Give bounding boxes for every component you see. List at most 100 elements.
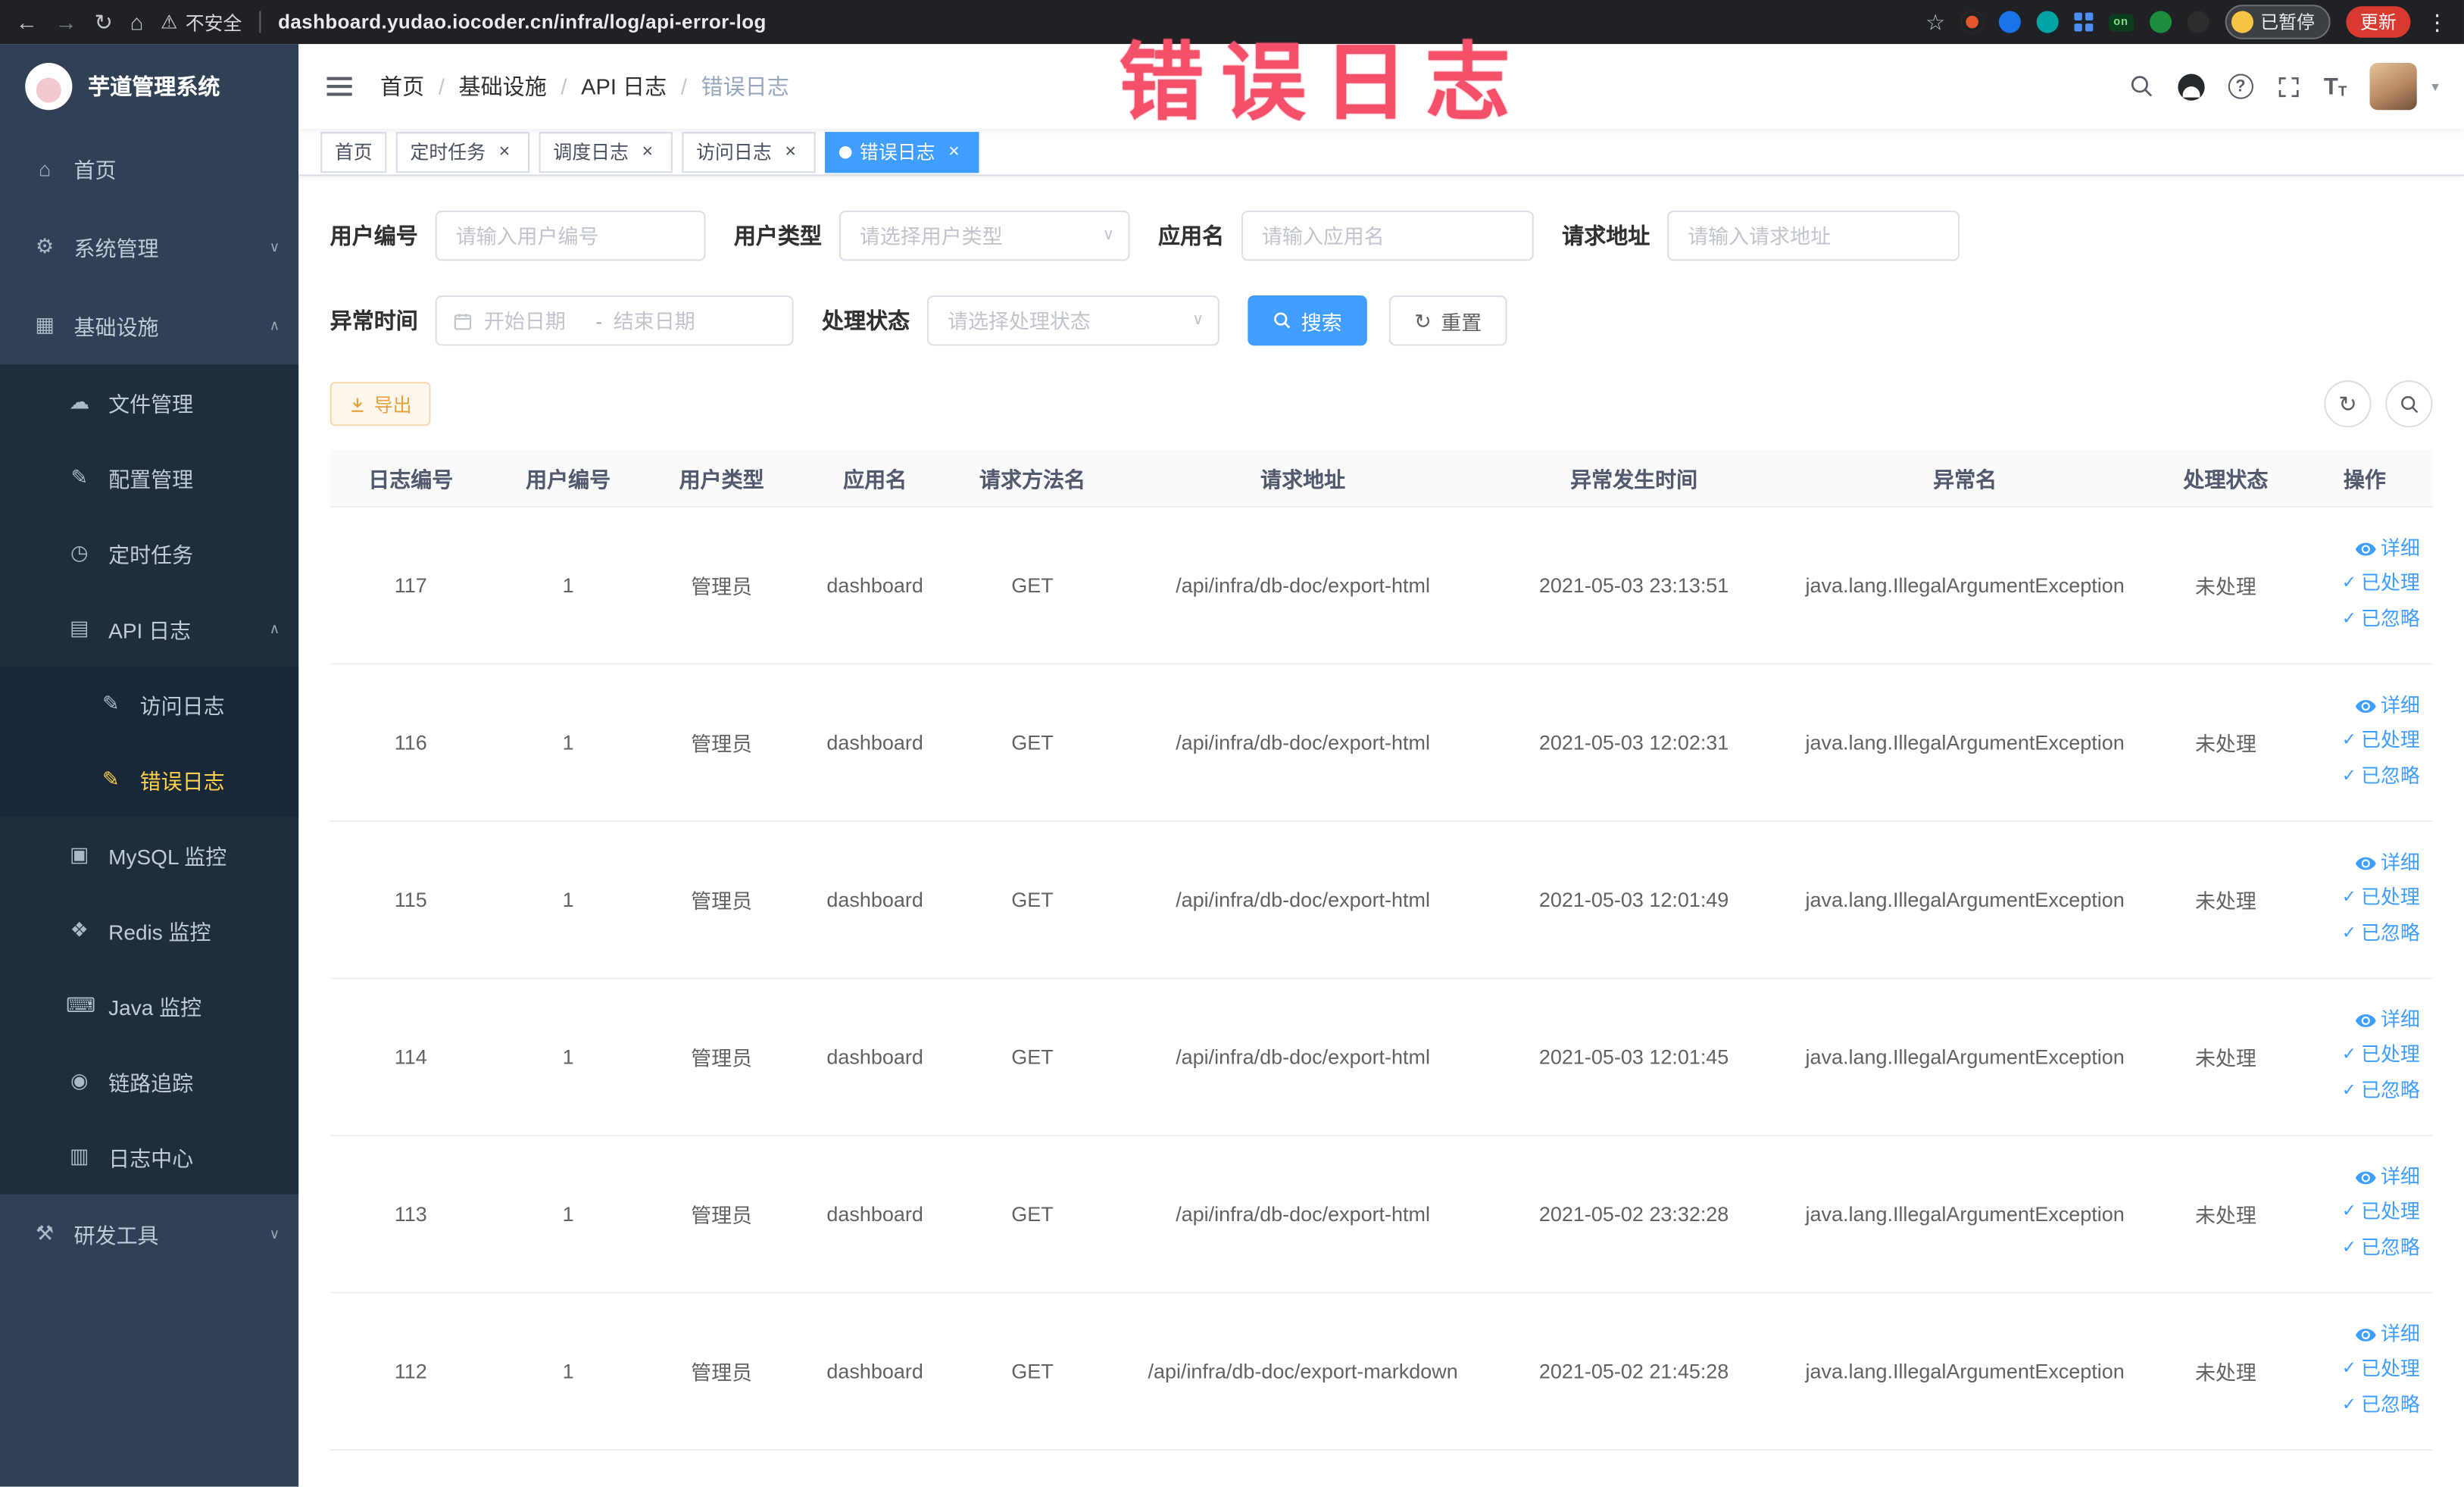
fullscreen-icon[interactable] [2277, 75, 2300, 98]
table-row: 115 1 管理员 dashboard GET/api/infra/db-doc/exp… [329, 820, 2433, 979]
paw-extension-icon[interactable] [2186, 11, 2209, 33]
sidebar-item-scheduled-tasks[interactable]: ◷ 定时任务 [0, 515, 298, 591]
paused-badge[interactable]: 已暂停 [2224, 5, 2331, 39]
sidebar-item-error-logs[interactable]: ✎ 错误日志 [0, 742, 299, 817]
sidebar-item-access-logs[interactable]: ✎ 访问日志 [0, 666, 299, 742]
cell-exception-name: java.lang.IllegalArgumentException [1775, 977, 2155, 1136]
action-label: 已忽略 [2361, 1079, 2420, 1101]
sidebar-item-trace[interactable]: ◉ 链路追踪 [0, 1044, 298, 1120]
tab-access-logs[interactable]: 访问日志 × [682, 131, 816, 173]
toggle-search-button[interactable] [2385, 380, 2433, 428]
cell-actions: 详细 ✓ 已处理 ✓ 已忽略 [2297, 663, 2433, 821]
browser-home-icon[interactable]: ⌂ [130, 9, 144, 34]
sidebar-item-api-logs[interactable]: ▤ API 日志 ∧ [0, 591, 298, 667]
action-detail-link[interactable]: 详细 [2355, 536, 2420, 563]
hamburger-icon[interactable] [323, 70, 354, 102]
breadcrumb-item[interactable]: 基础设施 [459, 70, 547, 102]
breadcrumb-item[interactable]: 首页 [380, 70, 424, 102]
close-tab-icon[interactable]: × [943, 140, 965, 163]
action-processed-link[interactable]: ✓ 已处理 [2342, 571, 2420, 598]
extension-icon[interactable] [1960, 11, 1984, 33]
security-chip[interactable]: ⚠ 不安全 [161, 8, 242, 35]
action-processed-link[interactable]: ✓ 已处理 [2342, 728, 2420, 755]
extension-on-badge[interactable]: on [2108, 13, 2134, 31]
sidebar-item-file-management[interactable]: ☁ 文件管理 [0, 364, 298, 440]
tab-schedule-logs[interactable]: 调度日志 × [539, 131, 673, 173]
action-detail-link[interactable]: 详细 [2355, 1164, 2420, 1192]
apps-grid-icon[interactable] [2074, 12, 2094, 32]
user-avatar[interactable] [2370, 62, 2418, 111]
sidebar-item-java-monitor[interactable]: ⌨ Java 监控 [0, 968, 298, 1044]
reset-button[interactable]: ↻ 重置 [1388, 295, 1507, 346]
browser-menu-icon[interactable]: ⋮ [2426, 8, 2448, 35]
extension-icon[interactable] [2149, 11, 2172, 33]
help-icon[interactable]: ? [2228, 73, 2253, 99]
close-tab-icon[interactable]: × [493, 140, 515, 163]
check-icon: ✓ [2341, 1045, 2356, 1065]
export-button[interactable]: 导出 [329, 382, 431, 426]
forward-icon[interactable]: → [55, 9, 77, 34]
breadcrumb-item[interactable]: API 日志 [581, 70, 667, 102]
cell-user-type: 管理员 [645, 1134, 798, 1293]
font-size-icon[interactable]: TT [2324, 75, 2347, 98]
action-processed-link[interactable]: ✓ 已处理 [2342, 1042, 2420, 1070]
sidebar-item-redis-monitor[interactable]: ❖ Redis 监控 [0, 892, 298, 968]
github-icon[interactable] [2177, 73, 2205, 100]
request-url-label: 请求地址 [1562, 223, 1650, 248]
action-processed-link[interactable]: ✓ 已处理 [2342, 1199, 2420, 1226]
app-logo[interactable]: 芋道管理系统 [0, 44, 298, 129]
action-detail-link[interactable]: 详细 [2355, 1007, 2420, 1034]
request-url-input[interactable] [1667, 210, 1960, 261]
start-date-input[interactable] [483, 308, 585, 333]
search-button[interactable]: 搜索 [1248, 295, 1367, 346]
extension-icon[interactable] [1998, 11, 2021, 33]
tab-label: 调度日志 [553, 141, 629, 164]
column-header: 应用名 [798, 449, 952, 508]
url-text[interactable]: dashboard.yudao.iocoder.cn/infra/log/api… [278, 11, 767, 33]
sidebar-item-mysql-monitor[interactable]: ▣ MySQL 监控 [0, 817, 298, 893]
cell-exception-time: 2021-05-02 23:32:28 [1492, 1134, 1775, 1293]
app-name-input[interactable] [1241, 210, 1534, 261]
update-button[interactable]: 更新 [2346, 6, 2411, 38]
action-label: 详细 [2380, 1008, 2420, 1031]
action-detail-link[interactable]: 详细 [2355, 850, 2420, 877]
user-id-input[interactable] [435, 210, 706, 261]
close-tab-icon[interactable]: × [636, 140, 658, 163]
extension-icon[interactable] [2036, 11, 2059, 33]
user-type-select[interactable] [839, 210, 1130, 261]
sidebar-item-dev-tools[interactable]: ⚒ 研发工具 ∨ [0, 1195, 298, 1273]
tab-error-logs[interactable]: 错误日志 × [825, 131, 979, 173]
action-ignored-link[interactable]: ✓ 已忽略 [2342, 1392, 2420, 1420]
end-date-input[interactable] [613, 308, 714, 333]
action-ignored-link[interactable]: ✓ 已忽略 [2342, 764, 2420, 791]
action-detail-link[interactable]: 详细 [2355, 1321, 2420, 1348]
action-detail-link[interactable]: 详细 [2355, 692, 2420, 720]
action-ignored-link[interactable]: ✓ 已忽略 [2342, 606, 2420, 633]
date-range-picker[interactable]: - [435, 295, 794, 346]
reload-icon[interactable]: ↻ [94, 8, 112, 35]
bookmark-star-icon[interactable]: ☆ [1925, 8, 1945, 35]
tab-home[interactable]: 首页 [320, 131, 387, 173]
sidebar-item-infrastructure[interactable]: ▦ 基础设施 ∧ [0, 286, 298, 365]
sidebar-item-label: 基础设施 [73, 315, 159, 340]
close-tab-icon[interactable]: × [779, 140, 801, 163]
action-ignored-link[interactable]: ✓ 已忽略 [2342, 1235, 2420, 1262]
refresh-list-button[interactable]: ↻ [2324, 380, 2372, 428]
screen: ← → ↻ ⌂ ⚠ 不安全 dashboard.yudao.iocoder.cn… [0, 0, 2464, 1487]
sidebar-item-home[interactable]: ⌂ 首页 [0, 129, 298, 208]
search-icon[interactable] [2129, 74, 2154, 99]
action-processed-link[interactable]: ✓ 已处理 [2342, 1357, 2420, 1384]
sidebar-item-config-management[interactable]: ✎ 配置管理 [0, 440, 298, 516]
chevron-down-icon[interactable]: ▾ [2431, 78, 2438, 95]
back-icon[interactable]: ← [16, 9, 38, 34]
cell-user-type: 管理员 [645, 1292, 798, 1450]
sidebar-item-system-management[interactable]: ⚙ 系统管理 ∨ [0, 208, 298, 286]
action-processed-link[interactable]: ✓ 已处理 [2342, 886, 2420, 913]
api-log-icon: ▤ [69, 616, 89, 640]
action-ignored-link[interactable]: ✓ 已忽略 [2342, 1078, 2420, 1105]
action-ignored-link[interactable]: ✓ 已忽略 [2342, 920, 2420, 948]
sidebar-item-log-center[interactable]: ▥ 日志中心 [0, 1119, 298, 1195]
tab-scheduled-tasks[interactable]: 定时任务 × [395, 131, 530, 173]
row-actions: 详细 ✓ 已处理 ✓ 已忽略 [2306, 1164, 2423, 1263]
process-status-select[interactable] [927, 295, 1220, 346]
